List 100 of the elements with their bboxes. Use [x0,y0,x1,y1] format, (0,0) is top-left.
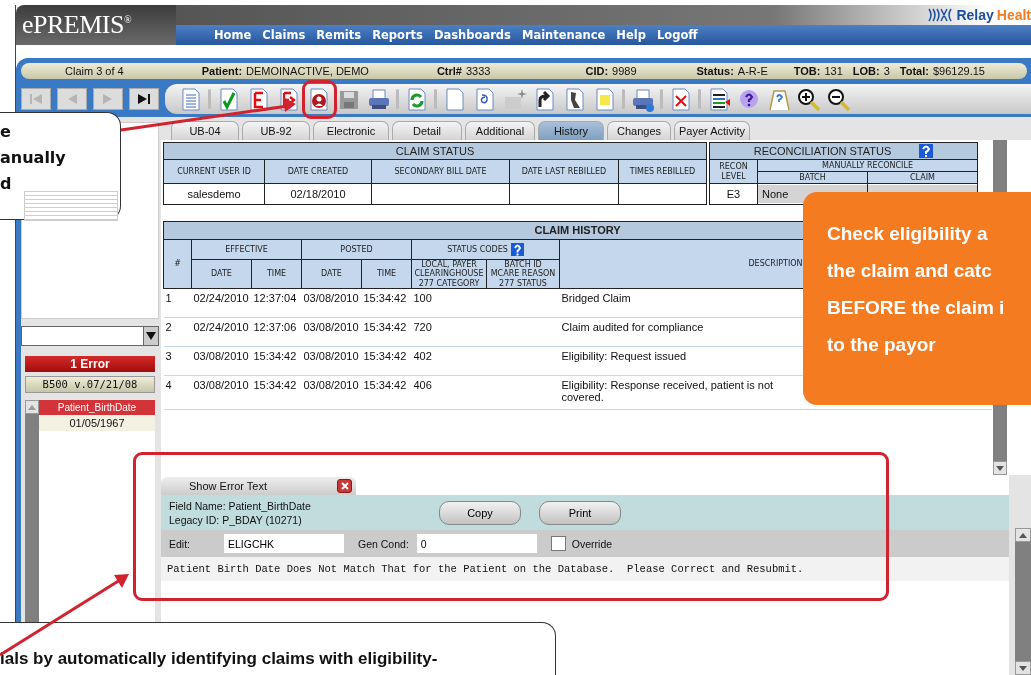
callout-text: anually [0,147,67,169]
record-nav-button[interactable] [129,88,159,110]
toolbar-button[interactable] [826,86,851,112]
claim-field: Status: A-R-E [696,65,768,77]
table-cell: 100 [411,288,487,318]
claim-field: Total: $96129.15 [899,65,985,77]
edit-field[interactable]: ELIGCHK [224,534,344,553]
callout-text: e [0,121,12,143]
zoom-in-icon [796,86,821,112]
dropdown-field[interactable] [21,326,159,346]
override-checkbox[interactable] [550,536,566,551]
column-header: # [163,239,192,289]
version-label: B500 v.07/21/08 [25,376,155,393]
column-header: DATE CREATED [264,159,372,184]
scroll-down-icon [996,465,1004,471]
table-cell: 03/08/2010 [301,288,362,318]
tab[interactable]: UB-04 [171,121,239,140]
table-cell: 15:34:42 [361,346,412,376]
scroll-up-icon [28,404,36,410]
override-label: Override [571,537,613,550]
table-cell: 12:37:04 [251,288,302,318]
highlight-frame [302,80,337,119]
tab[interactable]: History [538,121,604,140]
table-cell: 15:34:42 [251,346,302,376]
nav-link[interactable]: Help [616,28,646,42]
error-count: 1 Error [25,356,155,372]
nav-link[interactable]: Logoff [656,28,698,42]
table-cell: 15:34:42 [251,375,302,410]
table-title: CLAIM STATUS [163,142,707,160]
nav-link[interactable]: Home [214,28,252,42]
nav-link[interactable]: Dashboards [433,28,511,42]
action-button[interactable]: Print [539,500,621,525]
panel-tab[interactable]: Show Error Text [161,477,356,495]
column-header: SECONDARY BILL DATE [371,159,510,184]
toolbar-button[interactable] [796,86,821,112]
column-header: RECON LEVEL [709,159,758,184]
table-cell: 03/08/2010 [301,346,362,376]
table-cell: 03/08/2010 [301,375,362,410]
field-name-text: Field Name: Patient_BirthDate [169,498,312,513]
dropdown-arrow-icon [146,331,156,341]
close-icon [340,482,349,490]
table-cell: 1 [163,288,192,318]
table-cell: 03/08/2010 [191,375,252,410]
close-button[interactable] [337,479,352,493]
print-icon [366,86,391,112]
claim-field: LOB: 3 [852,65,890,77]
error-field-value: 01/05/1967 [39,415,155,431]
help-icon[interactable] [510,243,524,256]
edit-label: Edit: [169,537,190,550]
table-cell: 15:34:42 [361,288,412,318]
nav-link[interactable]: Claims [262,28,306,42]
table-cell: 12:37:06 [251,317,302,347]
column-header: BATCH ID MCARE REASON 277 STATUS [486,259,560,289]
table-cell: 02/24/2010 [191,317,252,347]
printer-icon [630,86,655,112]
first-icon [28,92,44,106]
callout-text: the claim and catc [827,259,993,283]
table-cell: 03/08/2010 [301,317,362,347]
brand-logo: Relay Healt [927,7,1031,23]
table-cell: 3 [163,346,192,376]
claim-field: CID: 9989 [585,65,637,77]
tab[interactable]: Changes [607,121,671,140]
table-cell: 406 [411,375,487,410]
toolbar-button[interactable] [630,86,655,112]
column-header: DATE [191,259,252,289]
app-logo: ePREMIS$^{®}$ [22,10,132,40]
table-cell: 15:34:42 [361,317,412,347]
error-field-name[interactable]: Patient_BirthDate [39,400,155,415]
claim-position: Claim 3 of 4 [65,65,124,77]
nav-link[interactable]: Remits [316,28,362,42]
gen-cond-field[interactable]: 0 [416,534,537,553]
callout-text: ials by automatically identifying claims with eligibility- [0,649,439,669]
table-cell: 4 [163,375,192,410]
zoom-out-icon [826,86,851,112]
table-cell: 15:34:42 [361,375,412,410]
table-title: RECONCILIATION STATUS [709,142,978,160]
table-cell: 02/24/2010 [191,288,252,318]
tab[interactable]: Additional [465,121,535,140]
legacy-id-text: Legacy ID: P_BDAY (10271) [169,512,303,527]
scroll-down-icon [1019,665,1027,671]
claim-field: Ctrl# 3333 [436,65,491,77]
gen-cond-label: Gen Cond: [358,537,409,550]
table-cell: 720 [411,317,487,347]
column-header: DATE [301,259,362,289]
nav-link[interactable]: Reports [372,28,423,42]
tab[interactable]: Payer Activity [674,121,750,140]
tab[interactable]: Detail [392,121,462,140]
tab[interactable]: UB-92 [242,121,310,140]
table-cell: 03/08/2010 [191,346,252,376]
table-cell: 2 [163,317,192,347]
last-icon [136,92,152,106]
toolbar-button[interactable] [366,86,391,112]
table-cell: E3 [709,183,758,205]
nav-link[interactable]: Maintenance [521,28,606,42]
callout-text: d [0,173,13,195]
help-icon[interactable] [919,144,934,158]
column-header: LOCAL, PAYER CLEARINGHOUSE 277 CATEGORY [411,259,487,289]
action-button[interactable]: Copy [439,500,521,525]
tab[interactable]: Electronic [313,121,389,140]
scrollbar[interactable] [1015,528,1031,675]
